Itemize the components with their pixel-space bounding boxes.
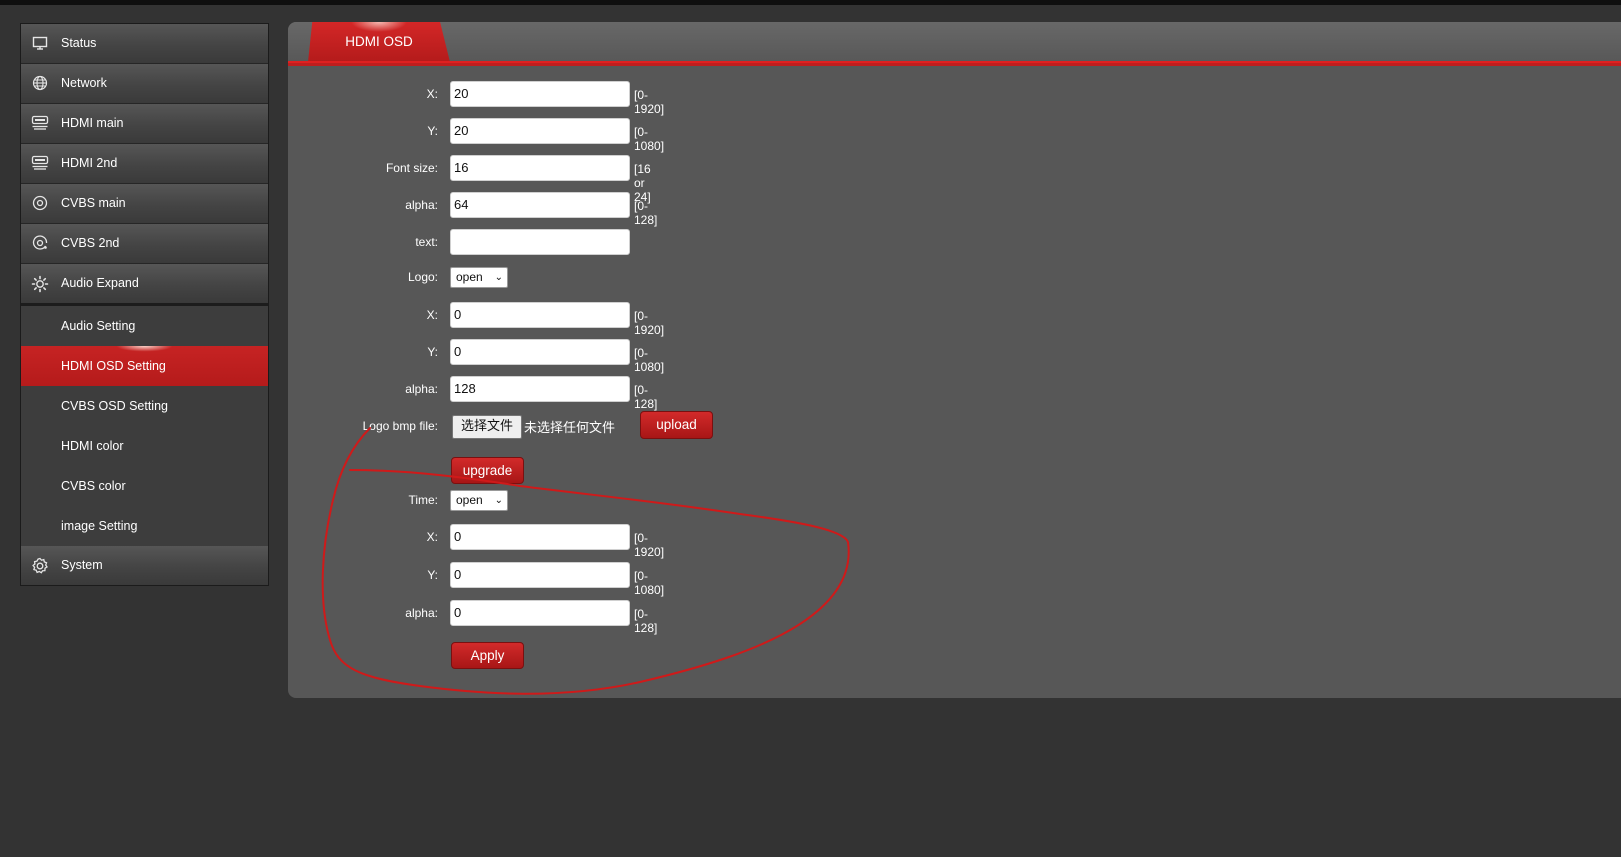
time-x-range: [0-1920] <box>634 531 665 559</box>
time-alpha-label: alpha: <box>405 606 438 620</box>
text-alpha-label: alpha: <box>405 198 438 212</box>
tab-underline <box>288 61 1621 63</box>
sidebar-item-network[interactable]: Network <box>21 64 268 104</box>
sidebar-item-system[interactable]: System <box>21 546 268 585</box>
logo-file-label: Logo bmp file: <box>362 419 438 433</box>
top-bar <box>0 0 1621 5</box>
text-label: text: <box>415 235 438 249</box>
time-y-input[interactable] <box>450 562 630 588</box>
hdmi-icon <box>31 115 49 133</box>
font-size-input[interactable] <box>450 155 630 181</box>
text-alpha-range: [0-128] <box>634 199 658 227</box>
sidebar-item-hdmi-main[interactable]: HDMI main <box>21 104 268 144</box>
globe-icon <box>31 75 49 93</box>
logo-x-label: X: <box>426 308 438 322</box>
sidebar-item-hdmi-2nd[interactable]: HDMI 2nd <box>21 144 268 184</box>
sidebar-item-audio-expand[interactable]: Audio Expand <box>21 264 268 306</box>
time-y-range: [0-1080] <box>634 569 665 597</box>
font-size-range: [16 or 24] <box>634 162 651 204</box>
text-x-range: [0-1920] <box>634 88 665 116</box>
logo-x-input[interactable] <box>450 302 630 328</box>
logo-y-input[interactable] <box>450 339 630 365</box>
logo-alpha-range: [0-128] <box>634 383 658 411</box>
time-alpha-input[interactable] <box>450 600 630 626</box>
sidebar-item-label: HDMI main <box>61 116 124 130</box>
main-panel: HDMI OSD X: [0-1920] Y: [0-1080] Font si… <box>288 22 1621 698</box>
sidebar-item-label: Status <box>61 36 97 50</box>
cvbs-icon <box>31 195 49 213</box>
text-alpha-input[interactable] <box>450 192 630 218</box>
time-x-input[interactable] <box>450 524 630 550</box>
font-size-label: Font size: <box>385 161 438 175</box>
sidebar-subitem-hdmi-osd-setting[interactable]: HDMI OSD Setting <box>21 346 268 386</box>
chevron-down-icon: ⌄ <box>494 272 503 283</box>
sidebar-item-label: HDMI 2nd <box>61 156 118 170</box>
sidebar-item-label: CVBS 2nd <box>61 236 120 250</box>
sidebar-item-cvbs-2nd[interactable]: CVBS 2nd <box>21 224 268 264</box>
sidebar-subitem-audio-setting[interactable]: Audio Setting <box>21 306 268 346</box>
text-x-label: X: <box>426 87 438 101</box>
apply-button[interactable]: Apply <box>451 642 524 669</box>
choose-file-button[interactable]: 选择文件 <box>452 415 522 439</box>
tab-hdmi-osd[interactable]: HDMI OSD <box>308 22 450 62</box>
time-label: Time: <box>408 493 438 507</box>
text-y-input[interactable] <box>450 118 630 144</box>
time-y-label: Y: <box>427 568 438 582</box>
cvbs-icon <box>31 235 49 253</box>
logo-label: Logo: <box>407 270 438 284</box>
logo-alpha-input[interactable] <box>450 376 630 402</box>
chevron-down-icon: ⌄ <box>494 495 503 506</box>
monitor-icon <box>31 35 49 53</box>
logo-y-label: Y: <box>427 345 438 359</box>
tab-bar: HDMI OSD <box>288 22 1621 66</box>
sidebar-subitem-image-setting[interactable]: image Setting <box>21 506 268 546</box>
logo-select-value: open <box>456 270 483 284</box>
text-y-label: Y: <box>427 124 438 138</box>
logo-file-row: Logo bmp file: 选择文件 未选择任何文件 upload <box>288 411 1088 441</box>
hdmi-icon <box>31 155 49 173</box>
sidebar-item-cvbs-main[interactable]: CVBS main <box>21 184 268 224</box>
text-x-input[interactable] <box>450 81 630 107</box>
logo-x-range: [0-1920] <box>634 309 665 337</box>
sidebar-subitem-cvbs-color[interactable]: CVBS color <box>21 466 268 506</box>
time-x-label: X: <box>426 530 438 544</box>
text-input[interactable] <box>450 229 630 255</box>
sidebar: Status Network HDMI main HDMI 2nd CVBS m… <box>20 23 269 586</box>
file-status-text: 未选择任何文件 <box>524 420 616 435</box>
time-select-value: open <box>456 493 483 507</box>
sidebar-item-label: System <box>61 558 103 572</box>
sidebar-item-label: Audio Expand <box>61 276 139 290</box>
logo-select[interactable]: open ⌄ <box>450 267 508 288</box>
sidebar-item-label: Network <box>61 76 107 90</box>
gear-sun-icon <box>31 275 49 293</box>
logo-y-range: [0-1080] <box>634 346 665 374</box>
time-select[interactable]: open ⌄ <box>450 490 508 511</box>
text-y-range: [0-1080] <box>634 125 665 153</box>
sidebar-subitem-hdmi-color[interactable]: HDMI color <box>21 426 268 466</box>
sidebar-item-status[interactable]: Status <box>21 24 268 64</box>
sidebar-subitem-cvbs-osd-setting[interactable]: CVBS OSD Setting <box>21 386 268 426</box>
logo-alpha-label: alpha: <box>405 382 438 396</box>
upload-button[interactable]: upload <box>640 411 713 439</box>
audio-expand-submenu: Audio Setting HDMI OSD Setting CVBS OSD … <box>21 306 268 546</box>
time-alpha-range: [0-128] <box>634 607 658 635</box>
sidebar-item-label: CVBS main <box>61 196 126 210</box>
gear-icon <box>31 557 49 575</box>
upgrade-button[interactable]: upgrade <box>451 457 524 484</box>
